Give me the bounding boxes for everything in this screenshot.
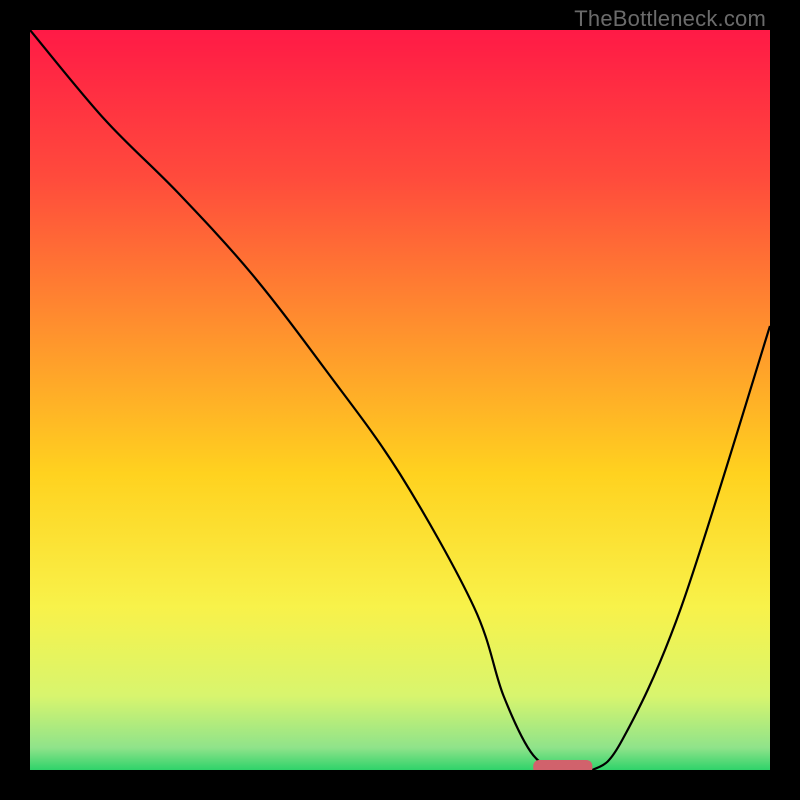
chart-background-gradient bbox=[30, 30, 770, 770]
bottleneck-chart bbox=[30, 30, 770, 770]
watermark-text: TheBottleneck.com bbox=[574, 6, 766, 32]
chart-plot-area bbox=[30, 30, 770, 770]
optimal-range-marker bbox=[533, 760, 592, 770]
